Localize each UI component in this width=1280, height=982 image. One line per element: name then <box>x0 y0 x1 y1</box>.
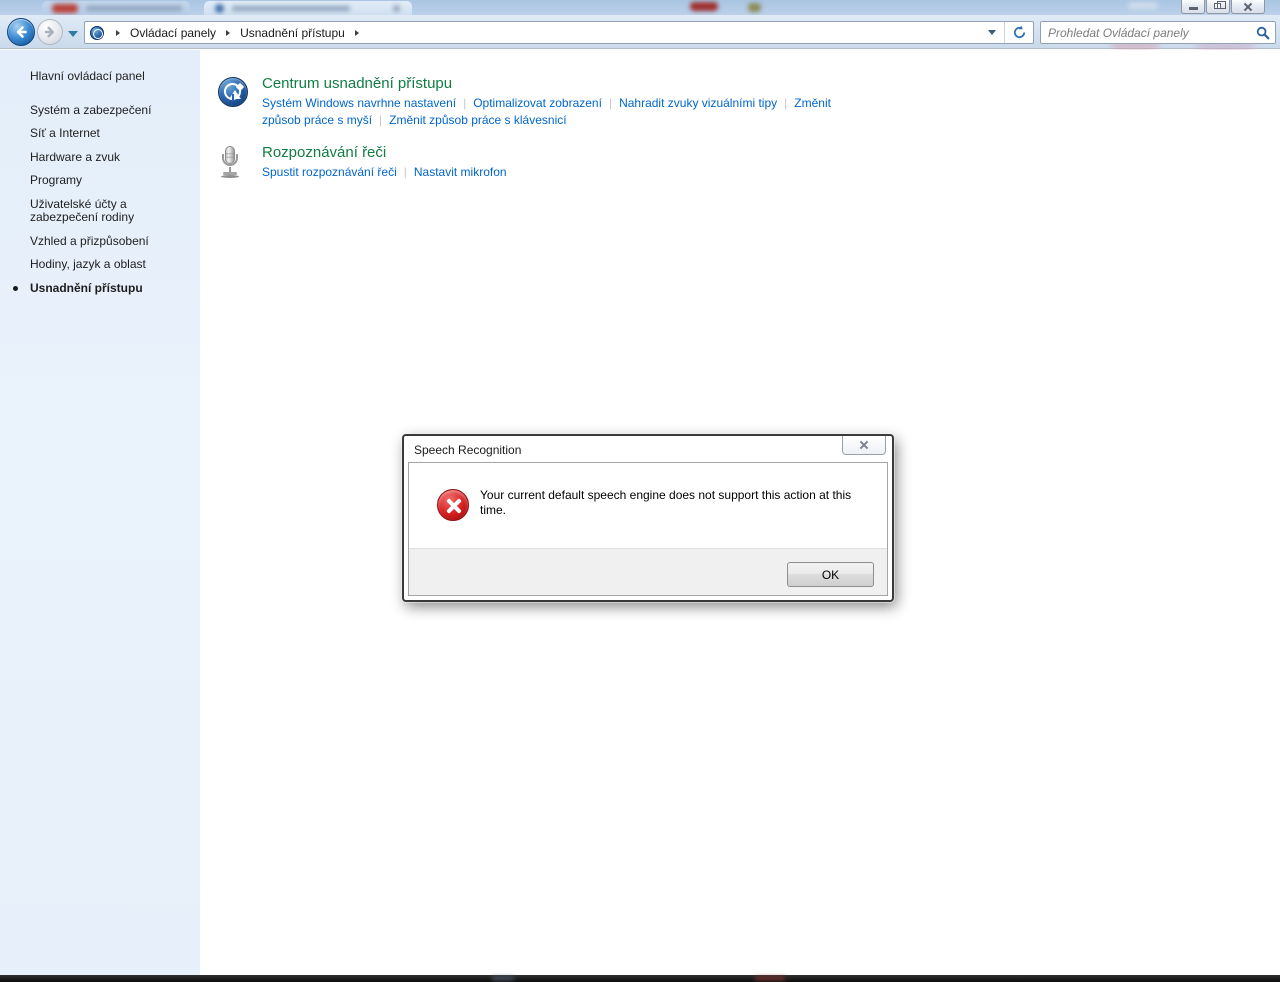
back-button[interactable] <box>7 18 35 46</box>
link-separator: | <box>403 165 407 179</box>
blurred-taskbar-item <box>492 976 514 981</box>
browser-tab-active-blurred[interactable] <box>204 1 412 15</box>
minimize-button[interactable] <box>1181 0 1205 14</box>
section-title[interactable]: Centrum usnadnění přístupu <box>262 75 862 92</box>
close-icon <box>859 440 869 450</box>
link-separator: | <box>463 96 467 110</box>
tab-close-icon[interactable] <box>393 5 400 12</box>
blurred-toolbar-item <box>690 2 718 11</box>
section-ease-of-access-center: Centrum usnadnění přístupu Systém Window… <box>218 50 1280 129</box>
browser-tab-strip <box>0 0 1280 15</box>
dialog-footer: OK <box>409 548 887 595</box>
explorer-window: Ovládací panely Usnadnění přístupu Prohl… <box>0 0 1280 982</box>
sidebar-item[interactable]: Síť a Internet <box>30 126 192 141</box>
search-button[interactable] <box>1251 26 1275 40</box>
link-separator: | <box>379 113 383 127</box>
sidebar-item[interactable]: Hardware a zvuk <box>30 150 192 165</box>
dialog-close-button[interactable] <box>842 436 886 455</box>
search-box <box>1040 21 1276 44</box>
sidebar-item[interactable]: Hodiny, jazyk a oblast <box>30 257 192 272</box>
taskbar-edge <box>0 975 1280 982</box>
dialog-titlebar[interactable]: Speech Recognition <box>404 436 892 462</box>
ok-button[interactable]: OK <box>787 562 874 587</box>
task-link[interactable]: Nastavit mikrofon <box>414 165 507 179</box>
breadcrumb-item[interactable]: Ovládací panely <box>128 23 218 43</box>
address-bar-right <box>980 22 1033 43</box>
maximize-button[interactable] <box>1206 0 1230 14</box>
task-link[interactable]: Optimalizovat zobrazení <box>473 96 602 110</box>
dialog-inner: Your current default speech engine does … <box>408 462 888 596</box>
microphone-icon[interactable] <box>218 146 242 180</box>
minimize-icon <box>1189 7 1198 10</box>
address-dropdown-icon[interactable] <box>988 30 996 35</box>
breadcrumb-item[interactable]: Usnadnění přístupu <box>238 23 347 43</box>
window-controls <box>1180 0 1265 14</box>
sidebar-list: Hlavní ovládací panel Systém a zabezpečen… <box>0 50 200 295</box>
search-icon <box>1256 26 1270 39</box>
sidebar-item[interactable]: Hlavní ovládací panel <box>30 69 192 84</box>
ease-of-access-icon[interactable] <box>218 77 248 107</box>
error-icon <box>437 489 469 521</box>
breadcrumb: Ovládací panely Usnadnění přístupu <box>108 23 367 43</box>
refresh-button[interactable] <box>1005 22 1033 43</box>
close-button[interactable] <box>1231 0 1265 14</box>
forward-arrow-icon <box>44 26 55 38</box>
dialog-body: Your current default speech engine does … <box>409 463 887 548</box>
blurred-toolbar-item <box>1128 2 1158 9</box>
section-title[interactable]: Rozpoznávání řeči <box>262 144 507 161</box>
link-separator: | <box>608 96 613 110</box>
dialog-title: Speech Recognition <box>414 443 522 457</box>
breadcrumb-arrow-icon[interactable] <box>354 29 359 36</box>
section-links: Systém Windows navrhne nastavení | Optimal… <box>262 95 862 129</box>
section-speech-recognition: Rozpoznávání řeči Spustit rozpoznávání ř… <box>218 144 1280 181</box>
link-separator: | <box>784 96 788 110</box>
forward-button[interactable] <box>37 19 63 45</box>
address-bar[interactable]: Ovládací panely Usnadnění přístupu <box>84 21 1034 44</box>
restore-icon <box>1214 1 1226 9</box>
tab-favicon-icon <box>52 4 78 13</box>
sidebar-item[interactable]: Usnadnění přístupu <box>13 281 192 296</box>
refresh-icon <box>1013 25 1025 39</box>
navigation-bar: Ovládací panely Usnadnění přístupu <box>0 15 1280 53</box>
breadcrumb-arrow-icon[interactable] <box>226 29 231 36</box>
sidebar-item[interactable]: Programy <box>30 173 192 188</box>
tab-title-blurred <box>232 6 350 11</box>
sidebar-item[interactable]: Uživatelské účty a zabezpečení rodiny <box>30 197 192 225</box>
task-link[interactable]: Nahradit zvuky vizuálními tipy <box>619 96 777 110</box>
sidebar: Hlavní ovládací panel Systém a zabezpečen… <box>0 50 200 976</box>
task-link[interactable]: Spustit rozpoznávání řeči <box>262 165 397 179</box>
speech-recognition-dialog: Speech Recognition Your current default … <box>402 434 894 602</box>
active-bullet-icon <box>13 285 18 291</box>
sidebar-item[interactable]: Vzhled a přizpůsobení <box>30 234 192 249</box>
tab-favicon-icon <box>215 4 224 13</box>
blurred-taskbar-item <box>755 976 785 981</box>
blurred-toolbar-item <box>748 3 761 12</box>
section-links: Spustit rozpoznávání řeči | Nastavit mikro… <box>262 164 507 181</box>
search-input[interactable] <box>1048 25 1251 40</box>
close-icon <box>1243 2 1253 12</box>
dialog-message: Your current default speech engine does … <box>480 488 852 517</box>
tab-title-blurred <box>86 6 182 11</box>
browser-tab-blurred[interactable] <box>42 1 190 15</box>
recent-pages-chevron-icon[interactable] <box>68 31 78 37</box>
sidebar-item[interactable]: Systém a zabezpečení <box>30 103 192 118</box>
back-arrow-icon <box>16 26 27 38</box>
ease-of-access-small-icon <box>90 25 104 40</box>
breadcrumb-arrow-icon[interactable] <box>116 29 120 36</box>
task-link[interactable]: Změnit způsob práce s klávesnicí <box>389 113 566 127</box>
task-link[interactable]: Systém Windows navrhne nastavení <box>262 96 456 110</box>
